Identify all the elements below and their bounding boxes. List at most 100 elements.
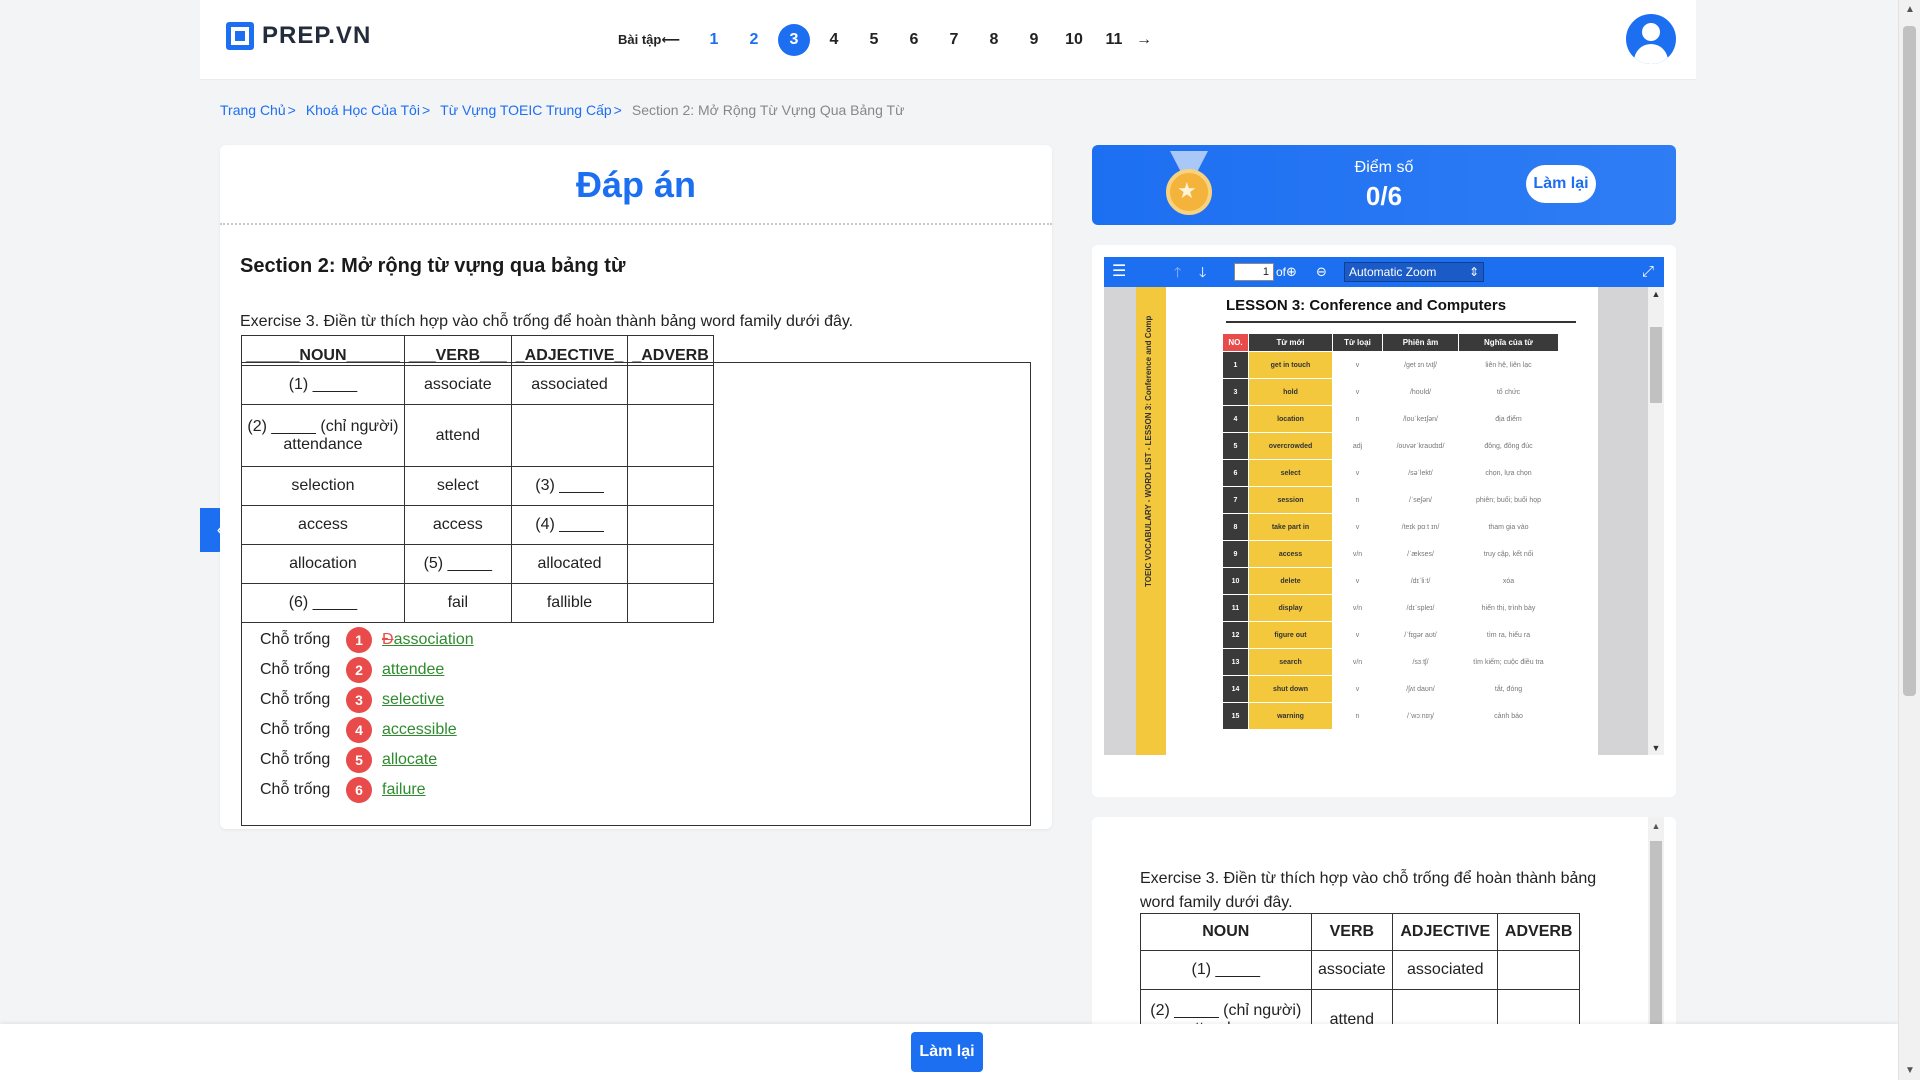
pager-item-label: 8 (989, 31, 999, 48)
table-cell: associate (403, 365, 512, 405)
scroll-up-icon[interactable]: ▲ (1899, 4, 1920, 15)
brand-name: PREP.VN (262, 22, 372, 49)
vocab-cell: /ʃʌt daʊn/ (1382, 675, 1459, 703)
next-arrow-icon[interactable]: → (1136, 31, 1152, 49)
vocab-cell: /dɪˈspleɪ/ (1382, 594, 1459, 622)
answer-title: Đáp án (220, 145, 1052, 225)
vocab-cell: figure out (1248, 621, 1333, 649)
vocab-row: 6 select v/səˈlekt/chọn, lựa chọn (1222, 459, 1559, 487)
table-cell: associated (510, 365, 629, 405)
scroll-down-icon[interactable]: ▼ (1648, 743, 1664, 753)
score-card: ★ Điểm số 0/6 Làm lại (1092, 145, 1676, 225)
answer-number-badge: 5 (346, 747, 372, 773)
breadcrumb-sep: > (287, 102, 296, 118)
retry-bottom-button[interactable]: Làm lại (911, 1032, 983, 1072)
vocab-cell: display (1248, 594, 1333, 622)
vocab-cell: /ˈwɔːnɪŋ/ (1382, 702, 1459, 730)
vocab-cell: /ɡet ɪn tʌtʃ/ (1382, 351, 1459, 379)
vocab-cell: /ˈfɪɡər aʊt/ (1382, 621, 1459, 649)
answer-item: Chỗ trống 3 selective (260, 685, 474, 715)
vocab-cell: cảnh báo (1458, 702, 1559, 730)
vocab-cell: chọn, lựa chọn (1458, 459, 1559, 487)
table-cell: (6) _____ (241, 583, 405, 623)
pager-item-7[interactable]: 7 (934, 24, 974, 56)
vocab-cell: get in touch (1248, 351, 1333, 379)
table-cell: allocated (510, 544, 629, 584)
vocab-cell: truy cập, kết nối (1458, 540, 1559, 568)
table-cell (627, 544, 714, 584)
vocab-row: 1 get in touch v/ɡet ɪn tʌtʃ/liên hệ, liên… (1222, 351, 1559, 379)
pager-item-2[interactable]: 2 (734, 24, 774, 56)
vocab-cell: access (1248, 540, 1333, 568)
pager-label: Bài tập⟵ (618, 32, 680, 47)
pager-item-6[interactable]: 6 (894, 24, 934, 56)
vocab-cell: v (1332, 567, 1383, 595)
table-cell (1497, 950, 1580, 990)
user-avatar[interactable] (1626, 14, 1676, 64)
table-cell: access (241, 505, 405, 545)
zoom-select[interactable]: Automatic Zoom ⇕ (1344, 262, 1484, 282)
pager-item-4[interactable]: 4 (814, 24, 854, 56)
vocab-row: 7 session n/ˈseʃən/phiên; buổi; buổi họp (1222, 486, 1559, 514)
sidebar-toggle-icon[interactable]: ☰ (1112, 257, 1126, 287)
answer-value: accessible (382, 721, 457, 739)
vocab-cell: session (1248, 486, 1333, 514)
table-header: _ADJECTIVE_ (510, 335, 629, 366)
answer-number-badge: 4 (346, 717, 372, 743)
vocab-header: Phiên âm (1382, 333, 1459, 352)
vocab-row: 5 overcrowded adj/oʊvərˈkraʊdɪd/đông, đông… (1222, 432, 1559, 460)
pdf-canvas[interactable]: TOEIC VOCABULARY - WORD LIST - LESSON 3:… (1104, 287, 1664, 755)
answer-panel: Đáp án Section 2: Mở rộng từ vựng qua bả… (220, 145, 1052, 829)
pdf-page: TOEIC VOCABULARY - WORD LIST - LESSON 3:… (1136, 287, 1598, 755)
table-row: selectionselect(3) _____ (241, 466, 714, 506)
vocab-cell: v (1332, 351, 1383, 379)
vocab-cell: /ˈækses/ (1382, 540, 1459, 568)
vocab-cell: 1 (1222, 351, 1249, 379)
top-header: PREP.VN Bài tập⟵ 1 2 3 4 5 6 7 8 9 10 11 → (200, 0, 1696, 80)
zoom-out-icon[interactable]: ⊖ (1316, 257, 1327, 287)
vocab-header: Từ loại (1332, 333, 1383, 352)
vocab-cell: adj (1332, 432, 1383, 460)
answer-label: Chỗ trống (260, 691, 331, 708)
page-up-icon[interactable]: 🡑 (1174, 257, 1181, 287)
answer-label: Chỗ trống (260, 781, 331, 798)
pager-item-1[interactable]: 1 (694, 24, 734, 56)
breadcrumb-course[interactable]: Từ Vựng TOEIC Trung Cấp (440, 102, 612, 118)
pager-item-11[interactable]: 11 (1094, 24, 1134, 56)
pdf-scrollbar[interactable]: ▲ ▼ (1648, 287, 1664, 755)
brand-logo[interactable]: PREP.VN (226, 22, 371, 50)
pager-item-10[interactable]: 10 (1054, 24, 1094, 56)
pager-item-3[interactable]: 3 (774, 24, 814, 56)
scroll-down-icon[interactable]: ▼ (1899, 1065, 1920, 1076)
vocab-cell: v (1332, 459, 1383, 487)
vocab-row: 10 delete v/dɪˈliːt/xóa (1222, 567, 1559, 595)
vocab-cell: v/n (1332, 648, 1383, 676)
scroll-up-icon[interactable]: ▲ (1648, 289, 1664, 299)
breadcrumb-home[interactable]: Trang Chủ (220, 102, 286, 118)
vocab-cell: v (1332, 513, 1383, 541)
table-cell: (3) _____ (510, 466, 629, 506)
answer-number-badge: 6 (346, 777, 372, 803)
scroll-up-icon[interactable]: ▲ (1648, 821, 1664, 831)
table-cell (510, 404, 629, 467)
breadcrumb-my-courses[interactable]: Khoá Học Của Tôi (306, 102, 420, 118)
vocab-cell: /oʊvərˈkraʊdɪd/ (1382, 432, 1459, 460)
table-cell: selection (241, 466, 405, 506)
pager-item-5[interactable]: 5 (854, 24, 894, 56)
window-scrollbar[interactable]: ▲ ▼ (1898, 0, 1920, 1080)
answer-label: Chỗ trống (260, 661, 331, 678)
table-cell: (2) _____ (chỉ người) attendance (241, 404, 405, 467)
correct-answer: allocate (382, 751, 438, 768)
page-down-icon[interactable]: 🡓 (1199, 257, 1206, 287)
pager-item-label: 3 (777, 24, 810, 56)
pager-item-8[interactable]: 8 (974, 24, 1014, 56)
vocab-cell: v (1332, 378, 1383, 406)
retry-button[interactable]: Làm lại (1526, 165, 1596, 203)
pager-item-9[interactable]: 9 (1014, 24, 1054, 56)
fullscreen-icon[interactable]: ⤢ (1642, 257, 1654, 287)
pager-item-label: 4 (829, 31, 839, 48)
zoom-in-icon[interactable]: ⊕ (1286, 257, 1297, 287)
page-number-input[interactable]: 1 (1234, 263, 1274, 281)
vocab-cell: 4 (1222, 405, 1249, 433)
table-row: (6) _____ fail fallible (241, 583, 714, 623)
